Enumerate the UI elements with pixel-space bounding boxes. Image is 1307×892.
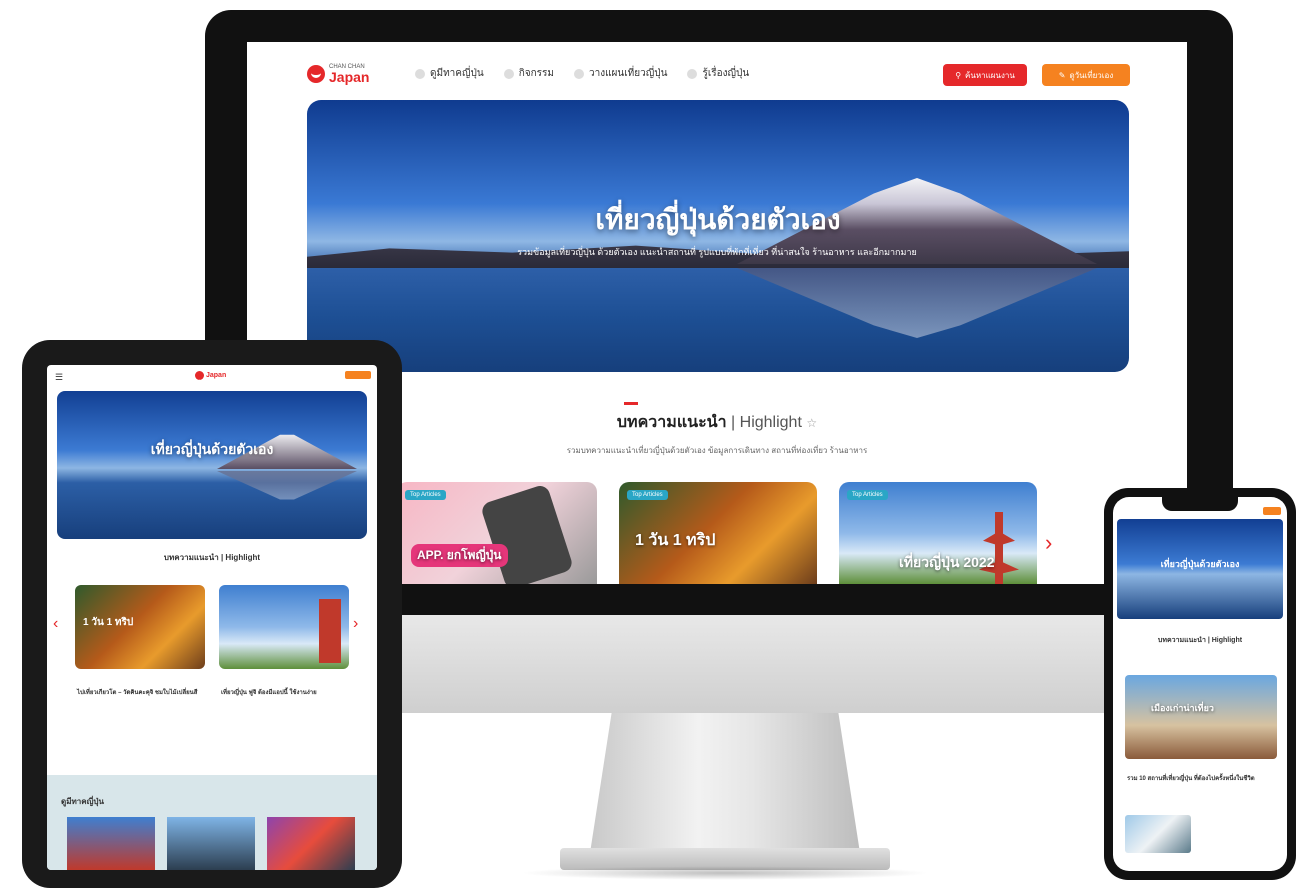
section-title-th: บทความแนะนำ <box>616 414 727 431</box>
tablet-article-title[interactable]: เที่ยวญี่ปุ่น ฟูจิ ต้องมีแอปนี้ ใช้งานง่… <box>221 687 347 697</box>
hero-subtitle: รวมข้อมูลเที่ยวญี่ปุ่น ด้วยตัวเอง แนะนำส… <box>517 247 917 257</box>
search-icon: ⚲ <box>955 70 962 80</box>
nav-label: วางแผนเที่ยวญี่ปุ่น <box>589 68 668 79</box>
tablet-article-card[interactable] <box>219 585 349 669</box>
phone-screen: เที่ยวญี่ปุ่นด้วยตัวเอง บทความแนะนำ | Hi… <box>1113 497 1287 871</box>
tablet-attraction-thumb[interactable] <box>267 817 355 870</box>
nav-label: กิจกรรม <box>518 68 554 79</box>
tablet-planner-button[interactable] <box>345 371 371 379</box>
logo-big-text: Japan <box>329 69 370 85</box>
tablet-hero-banner: เที่ยวญี่ปุ่นด้วยตัวเอง <box>57 391 367 539</box>
phone-hero-banner: เที่ยวญี่ปุ่นด้วยตัวเอง <box>1117 519 1283 619</box>
phone-illustration <box>479 483 575 584</box>
phone-notch <box>1162 497 1238 511</box>
card-tag: Top Articles <box>847 490 888 500</box>
logo-icon <box>307 65 325 83</box>
section-title-accent <box>624 402 638 405</box>
nav-item-plan-trip[interactable]: วางแผนเที่ยวญี่ปุ่น <box>574 66 667 81</box>
hero-banner: เที่ยวญี่ปุ่นด้วยตัวเอง รวมข้อมูลเที่ยวญ… <box>307 100 1129 372</box>
attractions-icon <box>415 68 425 79</box>
chevron-right-icon: › <box>353 615 359 632</box>
article-card[interactable]: Top Articles เที่ยวญี่ปุ่น 2022 <box>839 482 1037 584</box>
hero-title: เที่ยวญี่ปุ่นด้วยตัวเอง <box>595 204 841 235</box>
nav-label: รู้เรื่องญี่ปุ่น <box>702 68 750 79</box>
phone-article-card[interactable]: เมืองเก่าน่าเที่ยว <box>1125 675 1277 759</box>
nav-label: ดูมีทาคญี่ปุ่น <box>430 68 484 79</box>
tablet-logo[interactable]: Japan <box>195 371 227 384</box>
main-nav: ดูมีทาคญี่ปุ่น กิจกรรม วางแผนเที่ยวญี่ปุ… <box>415 66 749 81</box>
tablet-attractions-title: ดูมีทาคญี่ปุ่น <box>61 797 104 806</box>
search-button[interactable]: ⚲ ค้นหาแผนงาน <box>943 64 1027 86</box>
tablet-attraction-thumb[interactable] <box>67 817 155 870</box>
phone-section-title: บทความแนะนำ | Highlight <box>1157 637 1243 644</box>
search-button-label: ค้นหาแผนงาน <box>965 70 1015 80</box>
tablet-hero-title: เที่ยวญี่ปุ่นด้วยตัวเอง <box>150 441 274 457</box>
nav-item-about-japan[interactable]: รู้เรื่องญี่ปุ่น <box>687 66 749 81</box>
activities-icon <box>503 68 514 79</box>
card-text: เที่ยวญี่ปุ่น 2022 <box>899 554 995 570</box>
tablet-pagoda-illustration <box>319 599 341 663</box>
planner-button[interactable]: ✎ ดูวันเที่ยวเอง <box>1042 64 1130 86</box>
tablet-article-title[interactable]: ไปเที่ยวเกียวโต – วัดคินคะคุจิ ชมใบไม้เป… <box>77 687 203 697</box>
carousel-next-button[interactable]: › <box>1045 530 1052 556</box>
desktop-header: CHAN CHAN Japan ดูมีทาคญี่ปุ่น กิจกรรม ว… <box>247 42 1187 98</box>
card-tag: Top Articles <box>405 490 446 500</box>
plan-icon <box>574 68 584 79</box>
tablet-article-card[interactable]: 1 วัน 1 ทริป <box>75 585 205 669</box>
phone-card-text: เมืองเก่าน่าเที่ยว <box>1151 703 1214 713</box>
tablet-logo-text: Japan <box>206 372 227 379</box>
tablet-attractions-section: ดูมีทาคญี่ปุ่น <box>47 775 377 870</box>
tablet-menu-icon[interactable]: ☰ <box>55 372 63 383</box>
card-text: APP. ยกโพญี่ปุ่น <box>411 544 508 567</box>
tablet-screen: ☰ Japan เที่ยวญี่ปุ่นด้วยตัวเอง บทความแน… <box>47 365 377 870</box>
tablet-card-text: 1 วัน 1 ทริป <box>83 617 134 628</box>
tablet-hero-mountain-reflection <box>217 471 357 500</box>
phone-article-thumb[interactable] <box>1125 815 1191 853</box>
tablet-carousel-next[interactable]: › <box>353 615 358 633</box>
tablet-carousel-prev[interactable]: ‹ <box>53 615 58 633</box>
card-text: 1 วัน 1 ทริป <box>635 532 716 549</box>
chevron-left-icon: ‹ <box>53 615 59 632</box>
phone-hero-title: เที่ยวญี่ปุ่นด้วยตัวเอง <box>1160 559 1240 569</box>
article-card[interactable]: Top Articles APP. ยกโพญี่ปุ่น <box>397 482 597 584</box>
desktop-stand-shadow <box>520 866 930 880</box>
phone-planner-button[interactable] <box>1263 507 1281 515</box>
card-tag: Top Articles <box>627 490 668 500</box>
tablet-section-title: บทความแนะนำ | Highlight <box>163 553 261 562</box>
nav-item-activities[interactable]: กิจกรรม <box>503 66 554 81</box>
article-card[interactable]: Top Articles 1 วัน 1 ทริป <box>619 482 817 584</box>
pencil-icon: ✎ <box>1058 70 1066 80</box>
phone-article-title[interactable]: รวม 10 สถานที่เที่ยวญี่ปุ่น ที่ต้องไปครั… <box>1127 773 1277 783</box>
hero-mountain-reflection <box>737 268 1097 338</box>
planner-button-label: ดูวันเที่ยวเอง <box>1069 70 1114 80</box>
star-icon: ☆ <box>806 416 818 430</box>
tablet-attraction-thumb[interactable] <box>167 817 255 870</box>
chevron-right-icon: › <box>1045 530 1053 555</box>
site-logo[interactable]: CHAN CHAN Japan <box>307 64 369 84</box>
logo-icon <box>195 371 209 384</box>
nav-item-attractions[interactable]: ดูมีทาคญี่ปุ่น <box>415 66 484 81</box>
desktop-monitor-stand <box>590 713 860 853</box>
info-icon <box>687 68 698 79</box>
section-title-en: | Highlight <box>731 414 802 431</box>
